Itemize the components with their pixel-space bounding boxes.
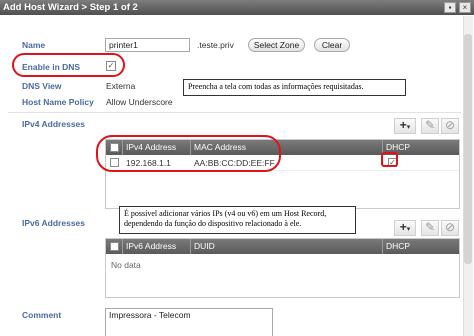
ipv4-section-label: IPv4 Addresses bbox=[22, 119, 85, 129]
ipv6-edit-button[interactable]: ✎ bbox=[421, 220, 439, 236]
host-policy-value: Allow Underscore bbox=[106, 97, 173, 107]
ipv6-add-button[interactable]: +▾ bbox=[394, 220, 416, 236]
delete-icon: ⊘ bbox=[444, 118, 456, 132]
column-separator bbox=[382, 239, 383, 254]
comment-textarea[interactable]: Impressora - Telecom bbox=[105, 308, 273, 336]
column-separator bbox=[122, 239, 123, 254]
dns-view-value: Externa bbox=[106, 81, 136, 91]
column-separator bbox=[190, 239, 191, 254]
column-header-duid[interactable]: DUID bbox=[194, 241, 215, 251]
chevron-down-icon: ▾ bbox=[406, 226, 411, 233]
annotation-highlight-dhcp bbox=[381, 152, 398, 167]
annotation-highlight-enable-dns bbox=[12, 53, 125, 77]
scrollbar-thumb[interactable] bbox=[464, 34, 472, 264]
ipv6-select-all-checkbox[interactable] bbox=[110, 242, 119, 251]
ipv4-edit-button[interactable]: ✎ bbox=[421, 118, 439, 134]
host-policy-label: Host Name Policy bbox=[22, 97, 94, 107]
add-icon: + bbox=[399, 220, 407, 234]
clear-button[interactable]: Clear bbox=[314, 38, 350, 52]
add-icon: + bbox=[399, 118, 407, 132]
edit-icon: ✎ bbox=[424, 118, 436, 132]
ipv6-delete-button[interactable]: ⊘ bbox=[441, 220, 459, 236]
ipv6-section-label: IPv6 Addresses bbox=[22, 218, 85, 228]
annotation-highlight-ipv4-row bbox=[96, 135, 281, 172]
menu-icon[interactable]: ▪ bbox=[444, 2, 456, 13]
ipv4-add-button[interactable]: +▾ bbox=[394, 118, 416, 134]
column-header-dhcp[interactable]: DHCP bbox=[386, 142, 410, 152]
chevron-down-icon: ▾ bbox=[406, 124, 411, 131]
column-header-ipv6[interactable]: IPv6 Address bbox=[126, 241, 176, 251]
dns-view-label: DNS View bbox=[22, 81, 62, 91]
annotation-callout-fill-form: Preencha a tela com todas as informações… bbox=[183, 79, 406, 96]
ipv6-grid-header: IPv6 Address DUID DHCP bbox=[106, 239, 459, 254]
name-label: Name bbox=[22, 40, 46, 50]
edit-icon: ✎ bbox=[424, 220, 436, 234]
window-title: Add Host Wizard > Step 1 of 2 bbox=[0, 0, 474, 15]
section-divider bbox=[8, 112, 461, 113]
name-input[interactable]: printer1 bbox=[105, 38, 190, 52]
annotation-callout-multiple-ips: É possível adicionar vários IPs (v4 ou v… bbox=[119, 206, 356, 234]
ipv4-delete-button[interactable]: ⊘ bbox=[441, 118, 459, 134]
comment-label: Comment bbox=[22, 310, 62, 320]
delete-icon: ⊘ bbox=[444, 220, 456, 234]
empty-state-text: No data bbox=[111, 260, 141, 270]
ipv6-grid: IPv6 Address DUID DHCP No data bbox=[105, 238, 460, 298]
close-icon[interactable]: × bbox=[459, 2, 471, 13]
zone-suffix: .teste.priv bbox=[197, 40, 234, 50]
column-header-dhcp[interactable]: DHCP bbox=[386, 241, 410, 251]
select-zone-button[interactable]: Select Zone bbox=[248, 38, 305, 52]
